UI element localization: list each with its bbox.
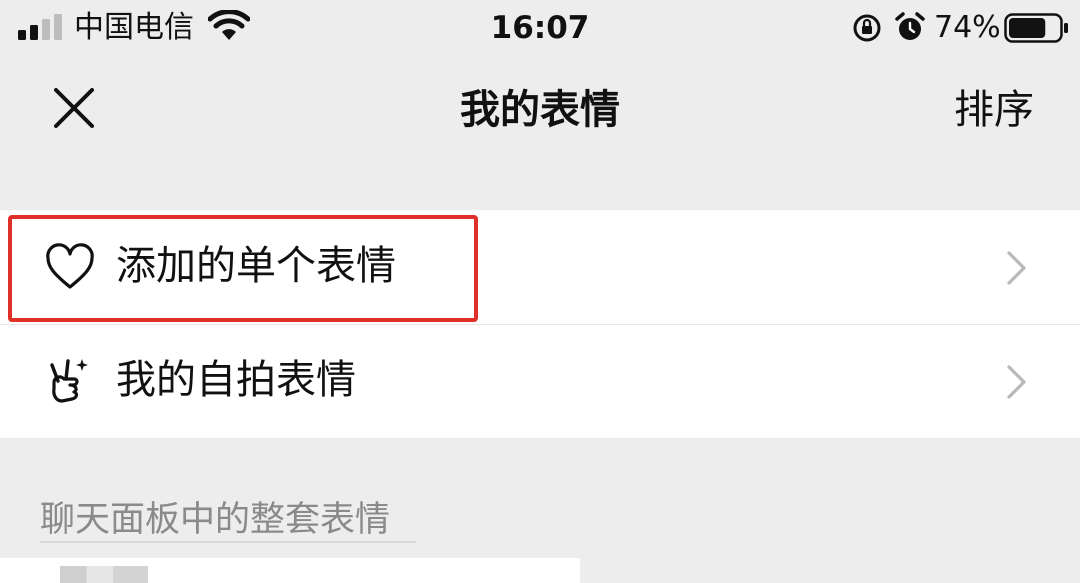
battery-percent: 74%	[934, 10, 1001, 45]
list-item-label: 我的自拍表情	[116, 357, 356, 403]
sticker-pack-thumbnail	[60, 566, 148, 583]
list-item-label: 添加的单个表情	[116, 243, 396, 289]
list-item-added-stickers[interactable]: 添加的单个表情	[0, 210, 1080, 324]
heart-icon	[46, 243, 94, 289]
my-stickers-screen: 中国电信 16:07 74% 我的表情 排序 添加的单个表情 我的自拍表情 聊天…	[0, 0, 1080, 583]
list-item-selfie-stickers[interactable]: 我的自拍表情	[0, 324, 1080, 438]
chevron-right-icon	[1007, 365, 1026, 399]
divider	[40, 541, 416, 543]
selfie-hand-icon	[50, 359, 88, 403]
sort-button[interactable]: 排序	[954, 82, 1034, 138]
section-header: 聊天面板中的整套表情	[40, 500, 391, 540]
status-bar: 中国电信 16:07 74%	[0, 0, 1080, 56]
sticker-pack-row[interactable]	[0, 558, 580, 583]
page-title: 我的表情	[460, 87, 620, 133]
nav-bar: 我的表情 排序	[0, 56, 1080, 166]
rotation-lock-icon	[853, 14, 881, 42]
sticker-list: 添加的单个表情 我的自拍表情	[0, 210, 1080, 438]
chevron-right-icon	[1007, 251, 1026, 285]
alarm-icon	[895, 12, 925, 40]
battery-icon	[1004, 13, 1068, 43]
